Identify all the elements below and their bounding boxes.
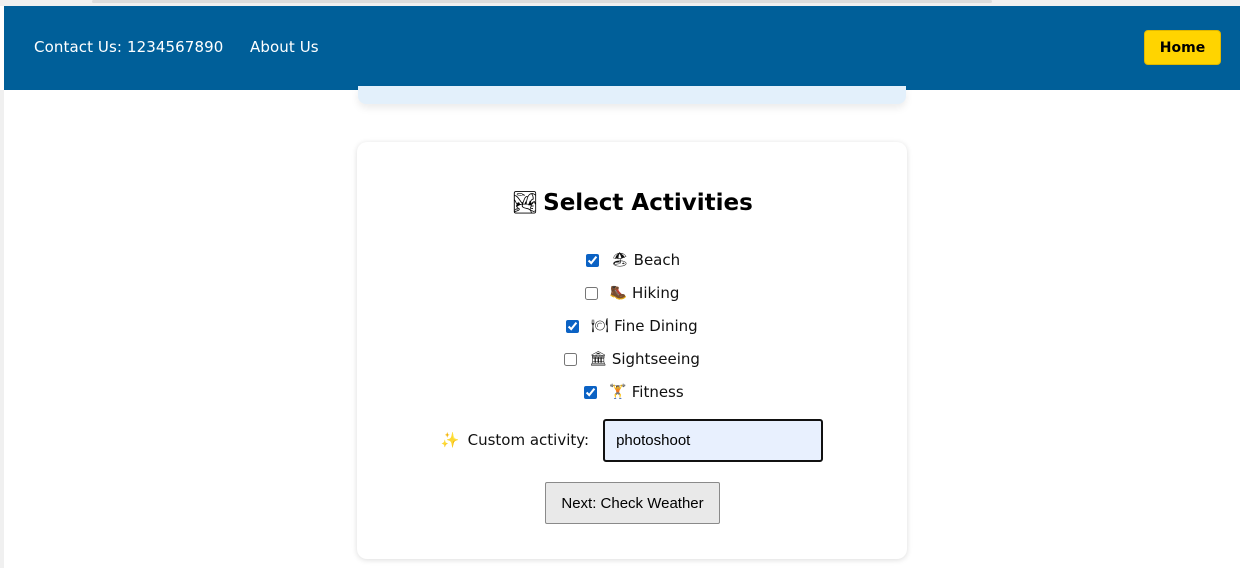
page-title: 🏞 Select Activities [357,190,907,216]
activity-item-fine-dining[interactable]: 🍽 Fine Dining [357,314,907,338]
custom-activity-row: ✨ Custom activity: [357,418,907,462]
dining-icon: 🍽 [591,318,610,334]
title-text: Select Activities [543,190,753,216]
beach-icon: 🏖 [610,252,629,268]
beach-checkbox[interactable] [585,253,599,267]
activity-label: Fine Dining [614,317,698,335]
sightseeing-checkbox[interactable] [564,352,578,366]
park-icon: 🏞 [511,191,540,216]
sparkles-icon: ✨ [440,431,460,449]
activity-label: Hiking [632,284,680,302]
weightlifting-icon: 🏋 [609,384,627,400]
activity-item-beach[interactable]: 🏖 Beach [357,248,907,272]
hiking-boot-icon: 🥾 [609,285,628,301]
activity-label: Sightseeing [611,350,700,368]
activity-item-hiking[interactable]: 🥾 Hiking [357,281,907,305]
activity-label: Fitness [631,383,684,401]
hiking-checkbox[interactable] [584,286,598,300]
next-check-weather-button[interactable]: Next: Check Weather [545,482,720,524]
fine-dining-checkbox[interactable] [566,319,580,333]
custom-activity-label: Custom activity: [467,431,590,449]
fitness-checkbox[interactable] [584,385,598,399]
previous-section-card [358,86,906,104]
landmark-icon: 🏛 [589,351,607,367]
activity-item-sightseeing[interactable]: 🏛 Sightseeing [357,347,907,371]
contact-link[interactable]: Contact Us: 1234567890 [34,38,223,56]
home-button[interactable]: Home [1144,30,1221,65]
about-us-link[interactable]: About Us [250,38,319,56]
activity-item-fitness[interactable]: 🏋 Fitness [357,380,907,404]
custom-activity-input[interactable] [603,418,824,462]
activity-label: Beach [633,251,681,269]
top-navbar: Contact Us: 1234567890 About Us Home [4,6,1240,90]
page-left-edge [0,90,4,568]
scroll-indicator [92,0,992,3]
activities-card: 🏞 Select Activities 🏖 Beach 🥾 Hiking 🍽 Fi… [357,142,907,559]
